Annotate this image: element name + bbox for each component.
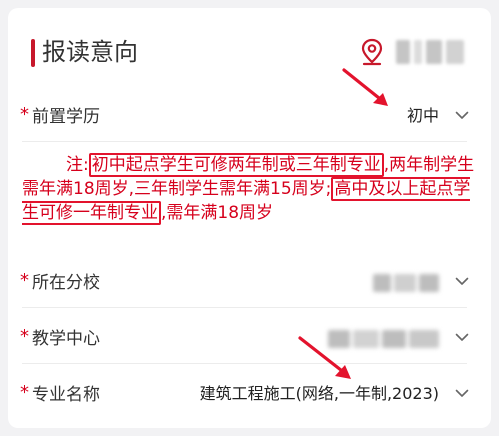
required-mark: * xyxy=(20,326,29,347)
annotation-arrow-icon xyxy=(298,336,351,379)
center-label: 教学中心 xyxy=(32,329,100,349)
center-row[interactable]: * 教学中心 xyxy=(8,310,491,364)
required-mark: * xyxy=(20,104,29,125)
chevron-down-icon[interactable] xyxy=(455,386,469,400)
intent-card: 报读意向 * 前置学历 初中 注: 初中起点学生可修两年制或三年制专业 ,两年制学生… xyxy=(8,8,491,428)
card-header: 报读意向 xyxy=(8,8,491,90)
education-value[interactable]: 初中 xyxy=(407,102,439,126)
education-row[interactable]: * 前置学历 初中 xyxy=(8,88,491,142)
row-divider xyxy=(22,363,467,364)
row-divider xyxy=(22,141,467,142)
annotation-arrow-icon xyxy=(342,68,388,106)
row-divider xyxy=(22,307,467,308)
note-highlight-junior: 初中起点学生可修两年制或三年制专业 xyxy=(88,153,384,177)
branch-label: 所在分校 xyxy=(32,273,100,293)
major-row[interactable]: * 专业名称 建筑工程施工(网络,一年制,2023) xyxy=(8,366,491,420)
location-pin-icon[interactable] xyxy=(360,38,384,66)
education-note: 注: 初中起点学生可修两年制或三年制专业 ,两年制学生需年满18周岁,三年制学生需年… xyxy=(22,153,484,225)
branch-row[interactable]: * 所在分校 xyxy=(8,254,491,308)
education-label: 前置学历 xyxy=(32,107,100,127)
location-text-blurred[interactable] xyxy=(396,40,466,64)
chevron-down-icon[interactable] xyxy=(455,274,469,288)
title-accent-bar xyxy=(31,39,35,67)
chevron-down-icon[interactable] xyxy=(455,330,469,344)
major-label: 专业名称 xyxy=(32,385,100,405)
required-mark: * xyxy=(20,382,29,403)
branch-value-blurred[interactable] xyxy=(373,274,439,292)
note-prefix: 注: xyxy=(66,155,89,175)
note-text-age-2: ,需年满18周岁 xyxy=(161,203,274,223)
required-mark: * xyxy=(20,270,29,291)
card-title: 报读意向 xyxy=(42,38,138,66)
chevron-down-icon[interactable] xyxy=(455,108,469,122)
